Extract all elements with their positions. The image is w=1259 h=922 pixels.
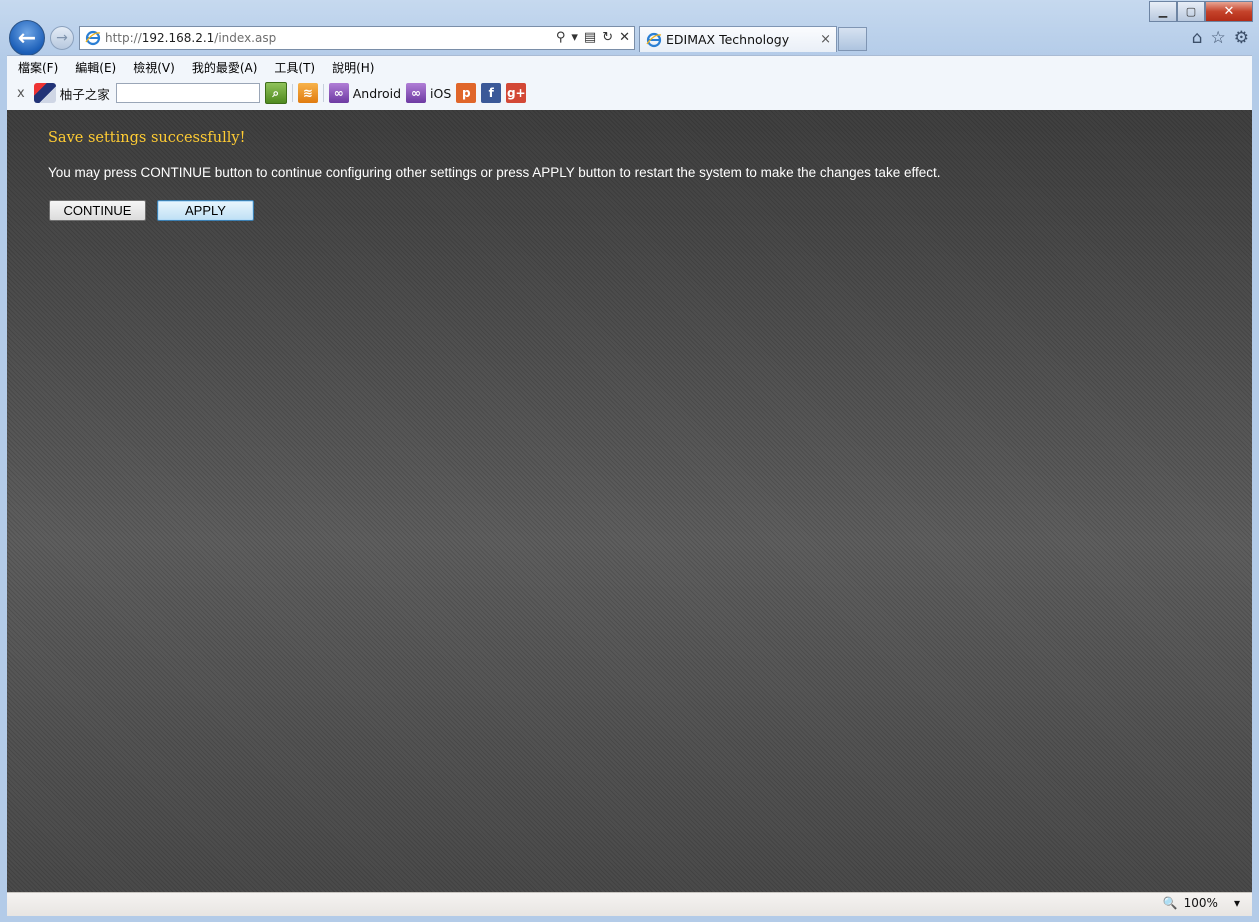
- back-button[interactable]: ←: [9, 20, 45, 56]
- link-icon[interactable]: ∞: [406, 83, 427, 103]
- rss-icon[interactable]: ≋: [297, 83, 318, 103]
- zoom-control[interactable]: 🔍 100% ▾: [1163, 896, 1240, 910]
- refresh-icon[interactable]: ↻: [602, 30, 613, 45]
- menu-edit[interactable]: 編輯(E): [75, 59, 116, 76]
- window-controls: ▁ ▢ ✕: [1149, 1, 1253, 22]
- android-link[interactable]: Android: [353, 86, 401, 101]
- menu-bar: 檔案(F) 編輯(E) 檢視(V) 我的最愛(A) 工具(T) 說明(H): [18, 59, 391, 76]
- ie-icon: [646, 32, 662, 47]
- forward-arrow-icon: →: [56, 30, 68, 46]
- link-icon[interactable]: ∞: [328, 83, 349, 103]
- status-bar: 🔍 100% ▾: [7, 892, 1252, 916]
- toolbar-close-icon[interactable]: x: [17, 86, 25, 101]
- toolbar: x 柚子之家 ⌕ ≋ ∞ Android ∞ iOS p f g+: [16, 81, 527, 105]
- search-icon[interactable]: ⚲: [556, 30, 566, 45]
- zoom-dropdown-icon[interactable]: ▾: [1234, 896, 1240, 910]
- tab-edimax[interactable]: EDIMAX Technology ×: [639, 26, 837, 52]
- maximize-button[interactable]: ▢: [1177, 1, 1205, 22]
- browser-chrome: 檔案(F) 編輯(E) 檢視(V) 我的最愛(A) 工具(T) 說明(H) x …: [7, 55, 1252, 110]
- continue-button[interactable]: CONTINUE: [49, 200, 146, 221]
- tab-title: EDIMAX Technology: [666, 32, 790, 47]
- toolbar-separator: [291, 84, 293, 102]
- apply-button[interactable]: APPLY: [157, 200, 254, 221]
- gear-icon[interactable]: ⚙: [1234, 28, 1249, 48]
- site-name-link[interactable]: 柚子之家: [60, 84, 110, 103]
- address-tools: ⚲ ▾ ▤ ↻ ✕: [556, 30, 630, 45]
- menu-help[interactable]: 說明(H): [332, 59, 374, 76]
- toolbar-search-input[interactable]: [115, 83, 260, 103]
- page-content: Save settings successfully! You may pres…: [7, 110, 1252, 892]
- menu-favorites[interactable]: 我的最愛(A): [192, 59, 258, 76]
- p-icon[interactable]: p: [456, 83, 477, 103]
- address-bar[interactable]: http://192.168.2.1/index.asp ⚲ ▾ ▤ ↻ ✕: [79, 26, 635, 50]
- tab-close-icon[interactable]: ×: [820, 32, 831, 47]
- close-button[interactable]: ✕: [1205, 1, 1253, 22]
- toolbar-separator: [322, 84, 324, 102]
- ie-icon: [85, 30, 101, 46]
- new-tab-button[interactable]: [838, 27, 867, 51]
- menu-file[interactable]: 檔案(F): [18, 59, 58, 76]
- minimize-button[interactable]: ▁: [1149, 1, 1177, 22]
- favorites-star-icon[interactable]: ☆: [1211, 28, 1226, 48]
- search-go-icon[interactable]: ⌕: [264, 82, 287, 104]
- browser-right-icons: ⌂ ☆ ⚙: [1192, 28, 1249, 48]
- ios-link[interactable]: iOS: [430, 86, 451, 101]
- menu-view[interactable]: 檢視(V): [133, 59, 175, 76]
- home-icon[interactable]: ⌂: [1192, 28, 1203, 48]
- compatibility-view-icon[interactable]: ▤: [584, 30, 596, 45]
- site-logo-icon[interactable]: [33, 83, 56, 103]
- page-title: Save settings successfully!: [48, 130, 246, 146]
- stop-icon[interactable]: ✕: [619, 30, 630, 45]
- url-text: http://192.168.2.1/index.asp: [105, 31, 277, 45]
- facebook-icon[interactable]: f: [481, 83, 502, 103]
- zoom-icon: 🔍: [1162, 896, 1178, 910]
- dropdown-icon[interactable]: ▾: [571, 30, 578, 45]
- browser-window: ▁ ▢ ✕ ← → http://192.168.2.1/index.asp ⚲…: [0, 0, 1259, 922]
- forward-button[interactable]: →: [50, 26, 74, 50]
- message-text: You may press CONTINUE button to continu…: [48, 165, 941, 180]
- zoom-level: 100%: [1183, 896, 1218, 910]
- google-plus-icon[interactable]: g+: [506, 83, 527, 103]
- menu-tools[interactable]: 工具(T): [274, 59, 315, 76]
- back-arrow-icon: ←: [17, 25, 37, 51]
